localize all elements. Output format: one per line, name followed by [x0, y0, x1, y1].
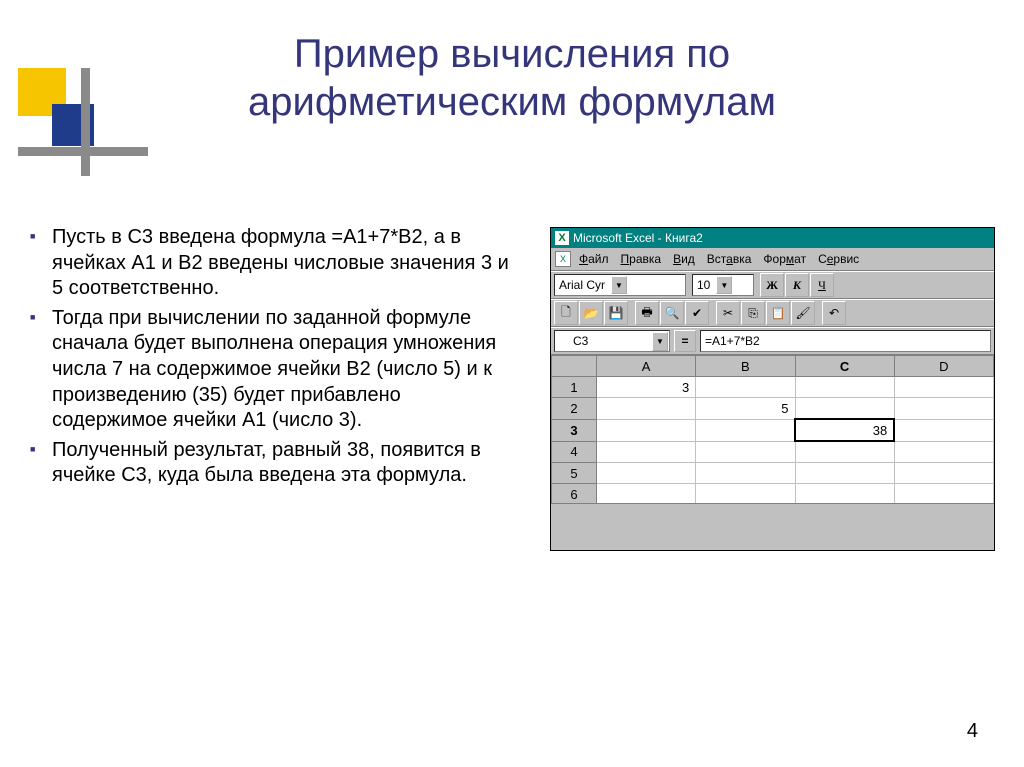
open-icon[interactable]: 📂 [579, 301, 603, 325]
menu-format[interactable]: Формат [763, 252, 806, 266]
cell[interactable] [597, 484, 696, 505]
formatting-toolbar: Arial Cyr ▼ 10 ▼ Ж К Ч [551, 271, 994, 299]
cell[interactable] [696, 377, 795, 398]
cell[interactable] [894, 398, 993, 420]
bullet-item: Тогда при вычислении по заданной формуле… [28, 306, 513, 434]
cell[interactable] [795, 441, 894, 463]
row-header[interactable]: 2 [552, 398, 597, 420]
paste-icon[interactable]: 📋 [766, 301, 790, 325]
excel-app-icon: X [555, 231, 569, 245]
cell[interactable] [696, 484, 795, 505]
menu-tools[interactable]: Сервис [818, 252, 859, 266]
cell[interactable] [696, 463, 795, 484]
formula-input[interactable]: =A1+7*B2 [700, 330, 991, 352]
spreadsheet-grid[interactable]: A B C D 1 3 2 5 [551, 355, 994, 503]
font-size-combo[interactable]: 10 ▼ [692, 274, 754, 296]
select-all-corner[interactable] [552, 356, 597, 377]
cell[interactable]: 5 [696, 398, 795, 420]
undo-icon[interactable]: ↶ [822, 301, 846, 325]
bullet-list: Пусть в С3 введена формула =А1+7*В2, а в… [28, 225, 513, 493]
cell[interactable] [696, 419, 795, 441]
col-header-d[interactable]: D [894, 356, 993, 377]
cell[interactable] [597, 441, 696, 463]
cell[interactable] [894, 441, 993, 463]
cell[interactable] [894, 463, 993, 484]
cut-icon[interactable]: ✂ [716, 301, 740, 325]
underline-button[interactable]: Ч [810, 273, 834, 297]
print-icon[interactable]: 🖶 [635, 301, 659, 325]
menu-edit[interactable]: Правка [621, 252, 662, 266]
excel-screenshot: X Microsoft Excel - Книга2 X Файл Правка… [550, 227, 995, 551]
menu-insert[interactable]: Вставка [707, 252, 752, 266]
bold-button[interactable]: Ж [760, 273, 784, 297]
format-painter-icon[interactable]: 🖌 [791, 301, 815, 325]
menu-bar[interactable]: X Файл Правка Вид Вставка Формат Сервис [551, 248, 994, 271]
font-name-value: Arial Cyr [559, 278, 605, 292]
name-box[interactable]: C3 ▼ [554, 330, 670, 352]
cell[interactable] [597, 419, 696, 441]
chevron-down-icon[interactable]: ▼ [611, 276, 627, 294]
window-title: Microsoft Excel - Книга2 [573, 231, 703, 245]
slide: Пример вычисления по арифметическим форм… [0, 0, 1024, 767]
window-titlebar: X Microsoft Excel - Книга2 [551, 228, 994, 248]
formula-value: =A1+7*B2 [705, 334, 760, 348]
cell[interactable] [894, 484, 993, 505]
col-header-b[interactable]: B [696, 356, 795, 377]
excel-bottom-edge [551, 503, 994, 512]
row-header[interactable]: 5 [552, 463, 597, 484]
cell[interactable]: 3 [597, 377, 696, 398]
row-header[interactable]: 1 [552, 377, 597, 398]
title-line1: Пример вычисления по [294, 32, 730, 76]
name-box-value: C3 [573, 334, 588, 348]
grey-bar-horizontal [18, 147, 148, 156]
equals-button[interactable]: = [674, 330, 696, 352]
chevron-down-icon[interactable]: ▼ [652, 332, 668, 351]
new-icon[interactable]: 🗋 [554, 301, 578, 325]
menu-file[interactable]: Файл [579, 252, 609, 266]
cell[interactable] [696, 441, 795, 463]
cell[interactable] [795, 398, 894, 420]
active-cell[interactable]: 38 [795, 419, 894, 441]
bullet-item: Полученный результат, равный 38, появитс… [28, 438, 513, 489]
col-header-c[interactable]: C [795, 356, 894, 377]
chevron-down-icon[interactable]: ▼ [716, 276, 732, 294]
menu-view[interactable]: Вид [673, 252, 695, 266]
cell[interactable] [795, 463, 894, 484]
title-line2: арифметическим формулам [248, 80, 776, 124]
cell[interactable] [597, 398, 696, 420]
copy-icon[interactable]: ⎘ [741, 301, 765, 325]
font-name-combo[interactable]: Arial Cyr ▼ [554, 274, 686, 296]
cell[interactable] [894, 419, 993, 441]
cell[interactable] [795, 377, 894, 398]
row-header[interactable]: 4 [552, 441, 597, 463]
row-header[interactable]: 6 [552, 484, 597, 505]
italic-button[interactable]: К [785, 273, 809, 297]
row-header[interactable]: 3 [552, 419, 597, 441]
font-size-value: 10 [697, 278, 710, 292]
spellcheck-icon[interactable]: ✔ [685, 301, 709, 325]
cell[interactable] [894, 377, 993, 398]
preview-icon[interactable]: 🔍 [660, 301, 684, 325]
cell[interactable] [795, 484, 894, 505]
formula-bar: C3 ▼ = =A1+7*B2 [551, 327, 994, 355]
standard-toolbar: 🗋 📂 💾 🖶 🔍 ✔ ✂ ⎘ 📋 🖌 ↶ [551, 299, 994, 327]
col-header-a[interactable]: A [597, 356, 696, 377]
workbook-icon: X [555, 251, 571, 267]
slide-title: Пример вычисления по арифметическим форм… [0, 30, 1024, 126]
save-icon[interactable]: 💾 [604, 301, 628, 325]
bullet-item: Пусть в С3 введена формула =А1+7*В2, а в… [28, 225, 513, 302]
cell[interactable] [597, 463, 696, 484]
page-number: 4 [967, 720, 978, 743]
